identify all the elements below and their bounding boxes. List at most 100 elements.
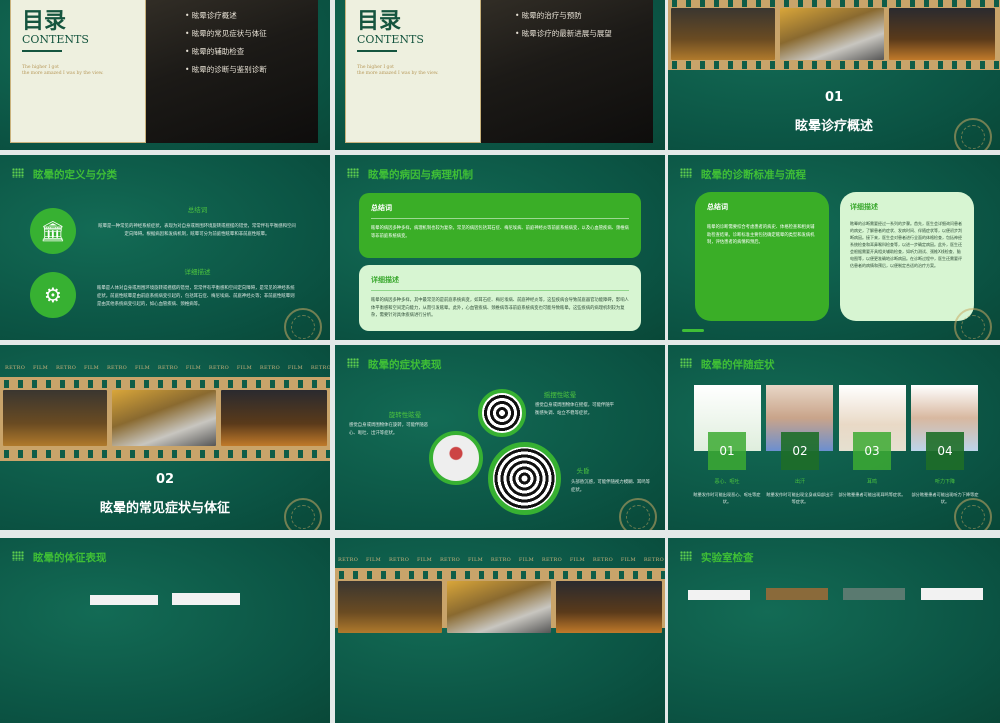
photo <box>688 590 750 600</box>
toc-list: 眩晕诊疗概述 眩晕的常见症状与体征 眩晕的辅助检查 眩晕的诊断与鉴别诊断 <box>185 10 267 82</box>
summary-text: 眩晕的病因多种多样，病理机制也较为复杂。常见的病因包括耳石症、梅尼埃病、前庭神经… <box>371 226 629 239</box>
film-photo <box>447 581 551 633</box>
slide-thumbnail-section-3[interactable]: RETRO FILM RETRO FILM RETRO FILM RETRO F… <box>335 538 665 723</box>
summary-heading: 总结词 <box>707 203 728 211</box>
summary-card: 总结词 眩晕的诊断需要综合考虑患者的病史、体格检查和相关辅助检查结果。诊断标准主… <box>695 192 829 321</box>
detail-text: 眩晕的诊断需要经过一系列的步骤。首先，医生会详细询问患者的病史，了解患者的症状、… <box>850 221 962 268</box>
toc-item: 眩晕的诊断与鉴别诊断 <box>185 64 267 75</box>
symptom-text: 感觉自身或周围物体在摇摆，可能伴随平衡感失调、站立不稳等症状。 <box>535 403 615 416</box>
quote: The higher I got the more amazed I was by… <box>357 65 439 76</box>
detail-heading: 详细描述 <box>850 203 878 211</box>
symptom-text: 眩晕发作时可能出现全身或局部出汗等症状。 <box>766 492 834 504</box>
detail-heading: 详细描述 <box>371 276 399 284</box>
slide-title: 眩晕的伴随症状 <box>701 359 775 371</box>
dots-icon <box>680 168 692 178</box>
retro-film-text: RETRO FILM RETRO FILM RETRO FILM RETRO F… <box>5 365 330 371</box>
summary-text: 眩晕的诊断需要综合考虑患者的病史、体格检查和相关辅助检查结果。诊断标准主要包括确… <box>707 225 815 245</box>
contents-subtitle: CONTENTS <box>357 33 424 46</box>
symptom-heading: 头昏 <box>576 467 590 475</box>
symptom-heading: 旋转性眩晕 <box>388 411 422 419</box>
slide-thumbnail-diagnosis[interactable]: 眩晕的诊断标准与流程 总结词 眩晕的诊断需要综合考虑患者的病史、体格检查和相关辅… <box>668 155 1000 340</box>
postmark-stamp-icon <box>954 118 992 150</box>
headache-photo <box>429 431 483 485</box>
dots-icon <box>347 168 359 178</box>
film-strip <box>0 377 330 461</box>
symptom-text: 眩晕发作时可能出现恶心、呕吐等症状。 <box>693 492 761 504</box>
postmark-stamp-icon <box>284 308 322 340</box>
contents-title: 目录 <box>357 8 402 34</box>
summary-text: 眩晕是一种常见的神经系统症状，表现为对自身或周围环境旋转或摇摆的错觉，常常伴有平… <box>98 224 296 237</box>
spiral-image <box>488 442 561 515</box>
photo <box>172 593 240 605</box>
toc-item: 眩晕的辅助检查 <box>185 46 267 57</box>
toc-item: 眩晕的治疗与预防 <box>515 10 612 21</box>
film-photo <box>889 8 995 60</box>
slide-thumbnail-accompanying[interactable]: 眩晕的伴随症状 01 02 03 04 恶心、呕吐 出汗 耳鸣 听力下降 眩晕发… <box>668 345 1000 530</box>
film-strip <box>668 0 1000 70</box>
postmark-stamp-icon <box>619 498 657 530</box>
slide-thumbnail-section-1[interactable]: 01 眩晕诊疗概述 <box>668 0 1000 150</box>
toc-list: 眩晕的治疗与预防 眩晕诊疗的最新进展与展望 <box>515 10 612 46</box>
slide-thumbnail-contents-1[interactable]: 目录 CONTENTS The higher I got the more ama… <box>0 0 330 150</box>
toc-item: 眩晕诊疗概述 <box>185 10 267 21</box>
divider <box>22 50 62 52</box>
number-badge: 03 <box>853 432 891 470</box>
toc-item: 眩晕诊疗的最新进展与展望 <box>515 28 612 39</box>
symptom-text: 头部昏沉感，可能伴随视力模糊、耳鸣等症状。 <box>571 480 651 493</box>
symptom-label: 恶心、呕吐 <box>714 479 740 485</box>
film-photo <box>3 390 107 446</box>
slide-title: 眩晕的体征表现 <box>33 552 107 564</box>
slide-title: 眩晕的病因与病理机制 <box>368 169 473 181</box>
symptom-label: 出汗 <box>794 479 805 485</box>
photo <box>921 588 983 600</box>
divider <box>357 50 397 52</box>
detail-card: 详细描述 眩晕的病因多种多样，其中最常见的是前庭系统病变，如耳石症、梅尼埃病、前… <box>359 265 641 331</box>
detail-card: 详细描述 眩晕的诊断需要经过一系列的步骤。首先，医生会详细询问患者的病史，了解患… <box>840 192 974 321</box>
detail-text: 眩晕的病因多种多样，其中最常见的是前庭系统病变，如耳石症、梅尼埃病、前庭神经炎等… <box>371 298 629 318</box>
slide-thumbnail-etiology[interactable]: 眩晕的病因与病理机制 总结词 眩晕的病因多种多样，病理机制也较为复杂。常见的病因… <box>335 155 665 340</box>
symptom-text: 感觉自身或周围物体在旋转，可能伴随恶心、呕吐、出汗等症状。 <box>349 423 429 436</box>
postmark-stamp-icon <box>954 308 992 340</box>
symptom-label: 听力下降 <box>934 479 955 485</box>
slide-thumbnail-signs[interactable]: 眩晕的体征表现 <box>0 538 330 723</box>
section-title: 眩晕诊疗概述 <box>794 119 873 134</box>
contents-title: 目录 <box>22 8 67 34</box>
slide-title: 实验室检查 <box>701 552 754 564</box>
spiral-image <box>478 389 526 437</box>
bank-icon: 🏛 <box>30 208 76 254</box>
dots-icon <box>680 358 692 368</box>
section-number: 01 <box>824 90 844 105</box>
quote: The higher I got the more amazed I was by… <box>22 65 104 76</box>
dots-icon <box>680 551 692 561</box>
postmark-stamp-icon <box>954 498 992 530</box>
summary-heading: 总结词 <box>187 206 208 214</box>
summary-card: 总结词 眩晕的病因多种多样，病理机制也较为复杂。常见的病因包括耳石症、梅尼埃病、… <box>359 193 641 258</box>
film-photo <box>338 581 442 633</box>
slide-title: 眩晕的症状表现 <box>368 359 442 371</box>
slide-thumbnail-section-2[interactable]: RETRO FILM RETRO FILM RETRO FILM RETRO F… <box>0 345 330 530</box>
number-badge: 02 <box>781 432 819 470</box>
film-photo <box>221 390 327 446</box>
slide-thumbnail-contents-2[interactable]: 目录 CONTENTS The higher I got the more ama… <box>335 0 665 150</box>
photo <box>843 588 905 600</box>
photo <box>766 588 828 600</box>
detail-text: 眩晕是人体对自身或周围环境旋转或摇摆的错觉，常常伴有平衡感和空间定向障碍，是常见… <box>97 286 295 307</box>
number-badge: 04 <box>926 432 964 470</box>
slide-thumbnail-lab[interactable]: 实验室检查 <box>668 538 1000 723</box>
detail-heading: 详细描述 <box>184 268 211 276</box>
dots-icon <box>347 358 359 368</box>
symptom-text: 部分眩晕患者可能出现耳鸣等症状。 <box>838 492 906 497</box>
postmark-stamp-icon <box>284 498 322 530</box>
dots-icon <box>12 168 24 178</box>
film-strip <box>335 568 665 633</box>
film-photo <box>671 8 775 60</box>
film-photo <box>556 581 662 633</box>
number-badge: 01 <box>708 432 746 470</box>
symptom-heading: 摇摆性眩晕 <box>543 391 577 399</box>
slide-thumbnail-definition[interactable]: 眩晕的定义与分类 🏛 ⚙ 总结词 眩晕是一种常见的神经系统症状，表现为对自身或周… <box>0 155 330 340</box>
contents-subtitle: CONTENTS <box>22 33 89 46</box>
progress-accent <box>682 329 704 332</box>
slide-thumbnail-symptoms[interactable]: 眩晕的症状表现 旋转性眩晕 感觉自身或周围物体在旋转，可能伴随恶心、呕吐、出汗等… <box>335 345 665 530</box>
toc-item: 眩晕的常见症状与体征 <box>185 28 267 39</box>
slide-title: 眩晕的诊断标准与流程 <box>701 169 806 181</box>
